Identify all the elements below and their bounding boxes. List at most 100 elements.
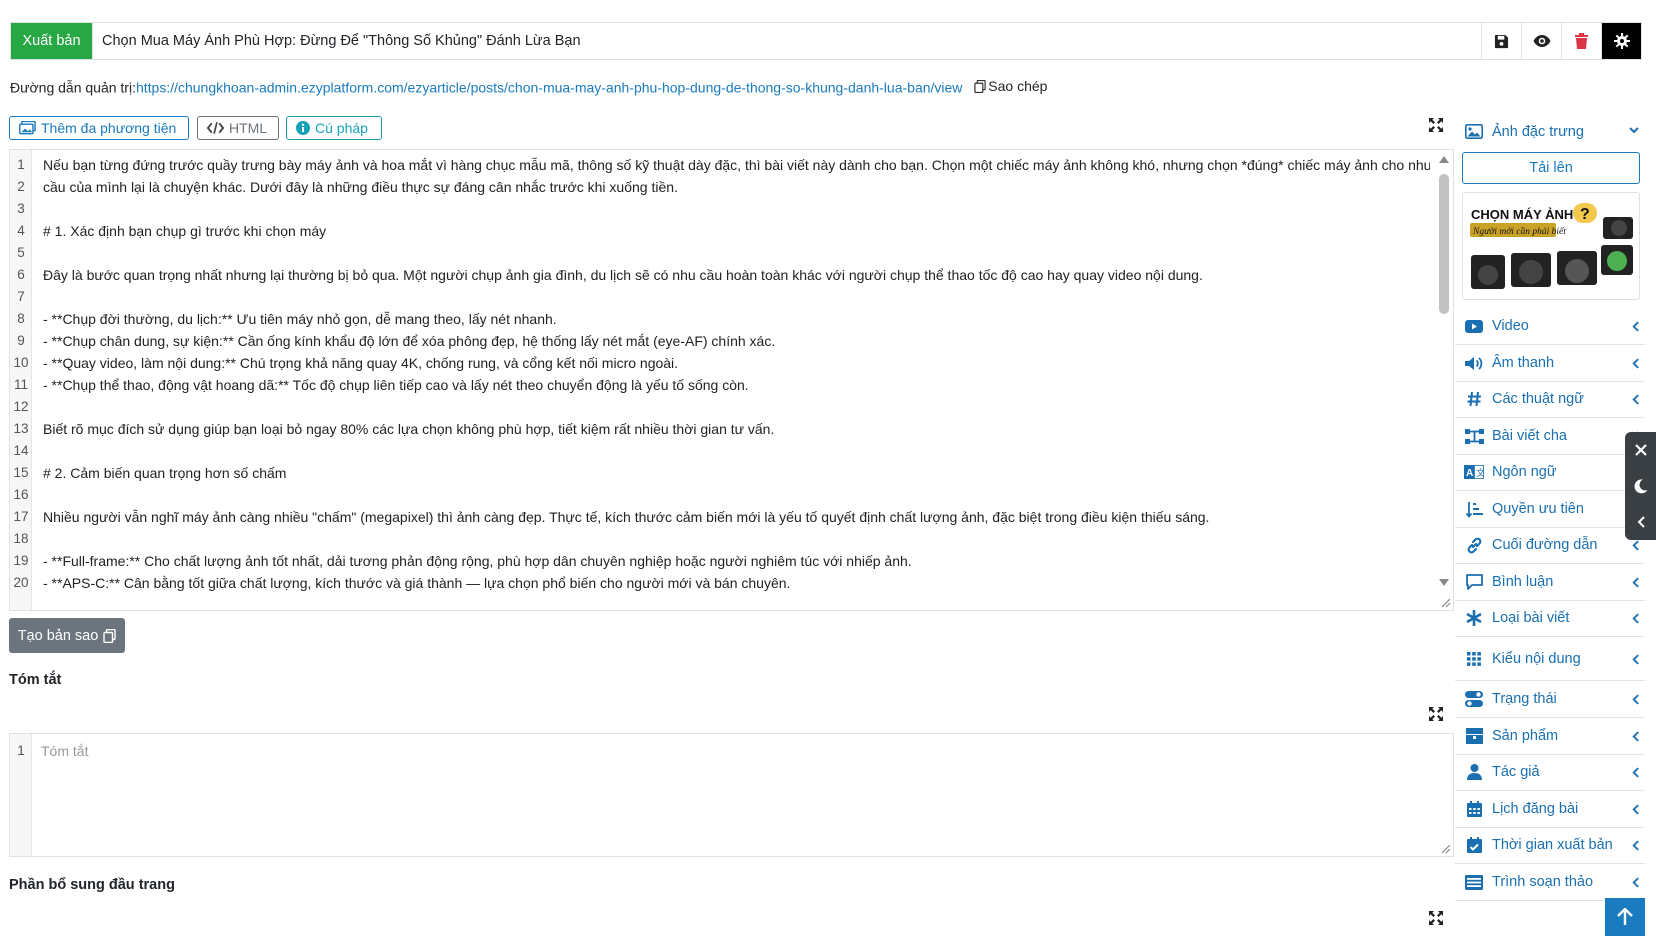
scroll-thumb[interactable] xyxy=(1439,174,1449,314)
editor-line: 5 xyxy=(10,242,1430,264)
expand-icon[interactable] xyxy=(1428,117,1444,133)
moon-icon xyxy=(1634,478,1647,493)
sidebar-item-calendar-check[interactable]: Thời gian xuất bản xyxy=(1455,827,1645,864)
line-number: 2 xyxy=(17,179,25,194)
sidebar-item-video[interactable]: Video xyxy=(1455,308,1645,345)
scroll-down-arrow[interactable] xyxy=(1439,579,1449,586)
sidebar-item-link[interactable]: Cuối đường dẫn xyxy=(1455,527,1645,564)
delete-button[interactable] xyxy=(1561,23,1601,59)
content-editor[interactable]: 1 Nếu bạn từng đứng trước quầy trưng bày … xyxy=(9,149,1454,611)
sidebar-item-calendar[interactable]: Lịch đăng bài xyxy=(1455,791,1645,828)
sidebar-item-editor[interactable]: Trình soạn thảo xyxy=(1455,864,1645,901)
sidebar-item-hashtag[interactable]: Các thuật ngữ xyxy=(1455,381,1645,418)
svg-text:文: 文 xyxy=(1476,467,1484,478)
line-text: Nhiều người vẫn nghĩ máy ảnh càng nhiều … xyxy=(43,509,1210,525)
line-number: 15 xyxy=(13,465,29,480)
admin-path-link[interactable]: https://chungkhoan-admin.ezyplatform.com… xyxy=(136,80,962,96)
line-text xyxy=(32,440,43,462)
summary-heading: Tóm tắt xyxy=(9,672,62,688)
line-number: 10 xyxy=(13,355,29,370)
sidebar-item-language[interactable]: A 文 Ngôn ngữ xyxy=(1455,454,1645,491)
settings-button[interactable] xyxy=(1601,23,1641,59)
clone-button[interactable]: Tạo bản sao xyxy=(9,618,125,653)
chevron-left-icon xyxy=(1632,767,1639,778)
line-text: cầu của mình lại là chuyện khác. Dưới đâ… xyxy=(43,179,678,195)
add-media-button[interactable]: Thêm đa phương tiện xyxy=(9,116,189,140)
admin-path-label: Đường dẫn quản trị: xyxy=(10,79,136,96)
header-addon-heading: Phần bổ sung đầu trang xyxy=(9,877,175,893)
expand-icon[interactable] xyxy=(1428,910,1444,926)
svg-text:?: ? xyxy=(1580,206,1590,223)
chevron-left-icon xyxy=(1632,804,1639,815)
sidebar-item-user[interactable]: Tác giả xyxy=(1455,754,1645,791)
link-icon xyxy=(1463,535,1485,555)
chevron-left-icon xyxy=(1632,731,1639,742)
sidebar-item-label: Kiểu nội dung xyxy=(1492,650,1581,667)
sidebar-item-label: Âm thanh xyxy=(1492,355,1555,371)
arrow-up-icon xyxy=(1617,908,1633,925)
comment-icon xyxy=(1463,572,1485,592)
user-icon xyxy=(1463,762,1485,782)
dark-mode-toggle[interactable] xyxy=(1625,468,1656,504)
summary-editor[interactable]: 1 Tóm tắt xyxy=(9,733,1454,857)
line-text: - **Chụp đời thường, du lịch:** Ưu tiên … xyxy=(43,311,557,327)
save-button[interactable] xyxy=(1481,23,1521,59)
editor-line: 7 xyxy=(10,286,1430,308)
chevron-left-icon xyxy=(1632,394,1639,405)
line-text: - **Chụp thể thao, động vật hoang dã:** … xyxy=(43,377,749,393)
sidebar-item-label: Bài viết cha xyxy=(1492,428,1567,444)
sidebar-item-sort-priority[interactable]: Quyền ưu tiên xyxy=(1455,491,1645,528)
title-input[interactable] xyxy=(92,23,1481,59)
scroll-up-arrow[interactable] xyxy=(1439,156,1449,163)
copy-button[interactable]: Sao chép xyxy=(974,78,1047,94)
editor-line: 6 Đây là bước quan trọng nhất nhưng lại t… xyxy=(10,264,1430,286)
hashtag-icon xyxy=(1463,389,1485,409)
line-text: - **Full-frame:** Cho chất lượng ảnh tốt… xyxy=(43,553,912,569)
close-button[interactable] xyxy=(1625,432,1656,468)
line-text: - **Chụp chân dung, sự kiện:** Cần ống k… xyxy=(43,333,776,349)
sitemap-icon xyxy=(1463,426,1485,446)
html-label: HTML xyxy=(229,120,268,136)
sidebar-item-label: Ảnh đặc trưng xyxy=(1492,123,1584,140)
line-text xyxy=(32,396,43,418)
resize-handle-icon[interactable] xyxy=(1439,842,1451,854)
line-number: 17 xyxy=(13,509,29,524)
sidebar-item-label: Video xyxy=(1492,318,1529,334)
sidebar-item-asterisk[interactable]: Loại bài viết xyxy=(1455,600,1645,637)
featured-image-thumbnail[interactable]: CHỌN MÁY ẢNH Người mới cần phải biết ? xyxy=(1462,192,1640,300)
sidebar-item-sitemap[interactable]: Bài viết cha xyxy=(1455,418,1645,455)
editor-line: 8 - **Chụp đời thường, du lịch:** Ưu tiên… xyxy=(10,308,1430,330)
scroll-to-top-button[interactable] xyxy=(1605,898,1645,936)
preview-button[interactable] xyxy=(1521,23,1561,59)
sidebar-item-comment[interactable]: Bình luận xyxy=(1455,564,1645,601)
sidebar-item-featured-image[interactable]: Ảnh đặc trưng xyxy=(1455,112,1645,151)
line-text xyxy=(32,528,43,550)
chevron-left-icon xyxy=(1632,321,1639,332)
floating-tool-panel xyxy=(1625,432,1656,540)
info-circle-icon xyxy=(296,121,310,135)
sidebar-item-volume[interactable]: Âm thanh xyxy=(1455,345,1645,382)
expand-icon[interactable] xyxy=(1428,706,1444,722)
title-bar: Xuất bản xyxy=(10,22,1642,60)
line-number: 4 xyxy=(17,223,25,238)
line-number: 1 xyxy=(17,157,25,172)
collapse-panel-button[interactable] xyxy=(1625,504,1656,540)
upload-button[interactable]: Tải lên xyxy=(1462,152,1640,184)
editor-icon xyxy=(1463,872,1485,892)
line-number: 3 xyxy=(17,201,25,216)
sidebar-item-toggle[interactable]: Trạng thái xyxy=(1455,681,1645,718)
resize-handle-icon[interactable] xyxy=(1439,596,1451,608)
editor-scrollbar[interactable] xyxy=(1435,150,1453,610)
sidebar-item-label: Các thuật ngữ xyxy=(1492,391,1584,407)
chevron-left-icon xyxy=(1632,877,1639,888)
sidebar-item-box[interactable]: Sản phẩm xyxy=(1455,718,1645,755)
syntax-button[interactable]: Cú pháp xyxy=(286,116,382,140)
publish-button[interactable]: Xuất bản xyxy=(11,23,92,59)
html-button[interactable]: HTML xyxy=(197,116,279,140)
line-text xyxy=(32,286,43,308)
editor-line: 3 xyxy=(10,198,1430,220)
editor-line: 4 # 1. Xác định bạn chụp gì trước khi chọ… xyxy=(10,220,1430,242)
line-text: Nếu bạn từng đứng trước quầy trưng bày m… xyxy=(43,157,1430,173)
sidebar-item-grid[interactable]: Kiểu nội dung xyxy=(1455,637,1645,681)
toggle-icon xyxy=(1463,689,1485,709)
